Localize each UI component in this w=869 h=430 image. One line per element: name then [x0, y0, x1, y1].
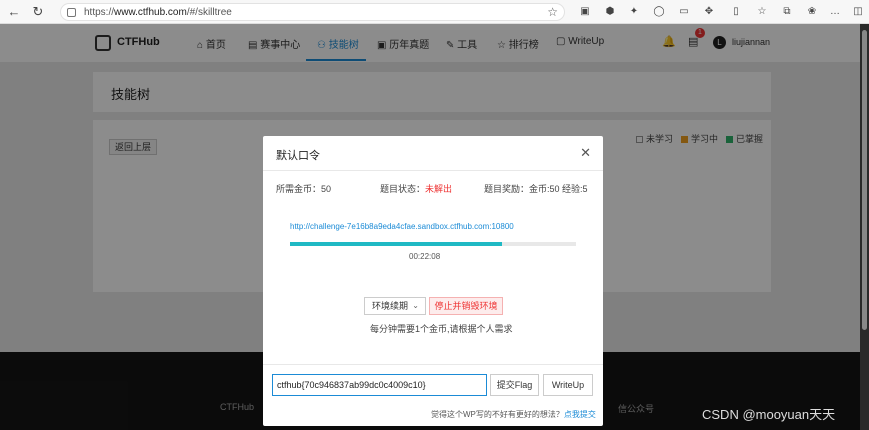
extension-icon[interactable]: ▣	[578, 4, 592, 18]
lock-icon	[67, 7, 76, 17]
url-scheme: https://	[84, 6, 115, 18]
browser-toolbar: ← ↻ https://www.ctfhub.com/#/skilltree ☆…	[0, 0, 869, 24]
writeup-button[interactable]: WriteUp	[543, 374, 593, 396]
cost-info: 所需金币：50	[276, 184, 332, 194]
divider	[263, 364, 603, 365]
back-icon[interactable]: ←	[4, 2, 24, 22]
env-time-progress	[290, 242, 576, 246]
progress-fill	[290, 242, 502, 246]
chevron-down-icon: ⌄	[412, 301, 419, 310]
address-bar[interactable]: https://www.ctfhub.com/#/skilltree ☆	[60, 3, 565, 21]
favorites-icon[interactable]: ☆	[755, 4, 769, 18]
flag-input[interactable]: ctfhub{70c946837ab99dc0c4009c10}	[272, 374, 487, 396]
note-icon[interactable]: ▭	[677, 4, 691, 18]
bird-icon[interactable]: ✦	[627, 4, 641, 18]
url-path: /#/skilltree	[186, 6, 232, 18]
submit-wp-link[interactable]: 点我提交	[564, 410, 596, 419]
watermark: CSDN @mooyuan天天	[702, 407, 836, 422]
more-icon[interactable]: …	[828, 4, 842, 18]
status-info: 题目状态：未解出	[380, 182, 452, 195]
reward-info: 题目奖励：金币:50 经验:5	[484, 184, 588, 194]
star-icon[interactable]: ☆	[547, 5, 558, 19]
circle-icon[interactable]: ◯	[652, 4, 666, 18]
shield-icon[interactable]: ⬢	[603, 4, 617, 18]
stop-env-button[interactable]: 停止并销毁环境	[429, 297, 503, 315]
divider	[263, 170, 603, 171]
renew-label: 环境续期	[372, 301, 409, 311]
env-timer: 00:22:08	[409, 252, 441, 261]
writeup-hint: 觉得这个WP写的不好有更好的想法？点我提交	[431, 409, 596, 420]
url-host: www.ctfhub.com	[114, 6, 187, 18]
status-value: 未解出	[425, 184, 453, 194]
env-url-link[interactable]: http://challenge-7e16b8a9eda4cfae.sandbo…	[290, 222, 514, 231]
submit-flag-button[interactable]: 提交Flag	[490, 374, 539, 396]
close-icon[interactable]: ✕	[580, 145, 591, 161]
scrollbar-thumb[interactable]	[862, 30, 867, 330]
cost-note: 每分钟需要1个金币,请根据个人需求	[370, 324, 513, 334]
reload-icon[interactable]: ↻	[28, 2, 48, 22]
challenge-modal: 默认口令 ✕ 所需金币：50 题目状态：未解出 题目奖励：金币:50 经验:5 …	[263, 136, 603, 426]
status-label: 题目状态：	[380, 184, 426, 194]
hint-text: 觉得这个WP写的不好有更好的想法？	[431, 410, 564, 419]
split-icon[interactable]: ▯	[729, 4, 743, 18]
puzzle-icon[interactable]: ✥	[702, 4, 716, 18]
collections-icon[interactable]: ⧉	[780, 4, 794, 18]
modal-title: 默认口令	[276, 150, 320, 162]
profile-icon[interactable]: ❀	[805, 4, 819, 18]
renew-select[interactable]: 环境续期 ⌄	[364, 297, 426, 315]
sidebar-icon[interactable]: ◫	[851, 4, 865, 18]
scrollbar[interactable]	[860, 24, 869, 430]
